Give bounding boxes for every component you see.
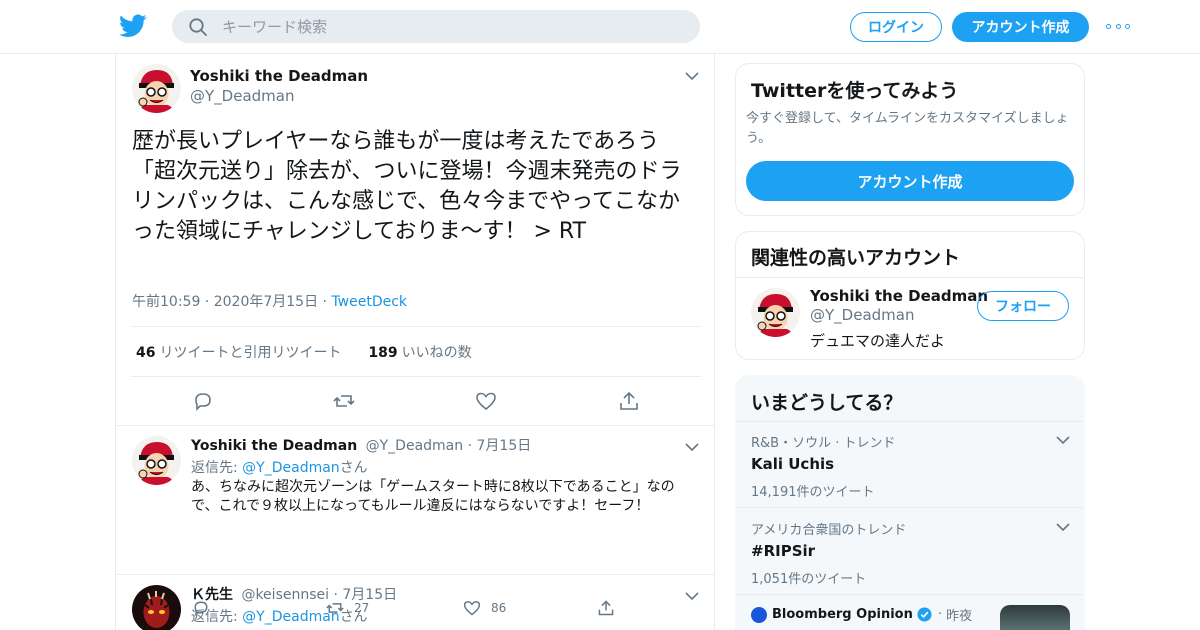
- divider: [736, 421, 1084, 422]
- search-icon: [189, 17, 207, 36]
- reply-to-prefix: 返信先:: [191, 609, 243, 625]
- divider: [131, 326, 701, 327]
- separator: ·: [467, 438, 477, 454]
- like-count: 189: [368, 345, 398, 361]
- reply-to: 返信先: @Y_Deadmanさん: [191, 606, 368, 626]
- reply-to: 返信先: @Y_Deadmanさん: [191, 457, 368, 477]
- divider: [736, 594, 1084, 595]
- author-name[interactable]: Yoshiki the Deadman: [191, 438, 357, 454]
- trend-item[interactable]: アメリカ合衆国のトレンド #RIPSir 1,051件のツイート: [751, 519, 1071, 587]
- divider: [736, 507, 1084, 508]
- retweet-count: 46: [136, 345, 156, 361]
- reply-to-link[interactable]: @Y_Deadman: [242, 460, 340, 476]
- avatar[interactable]: [132, 585, 181, 630]
- avatar[interactable]: [132, 64, 181, 113]
- chevron-down-icon[interactable]: [684, 591, 700, 601]
- author-handle[interactable]: @keisennsei: [241, 587, 329, 603]
- separator: ·: [204, 294, 214, 310]
- avatar[interactable]: [751, 288, 800, 337]
- reply-header: Yoshiki the Deadman @Y_Deadman · 7月15日: [191, 435, 531, 455]
- tweet-date[interactable]: 7月15日: [477, 438, 532, 454]
- reply-to-link[interactable]: @Y_Deadman: [242, 609, 340, 625]
- news-item-header[interactable]: Bloomberg Opinion · 昨夜: [751, 605, 972, 624]
- trend-tweet-count: 1,051件のツイート: [751, 572, 867, 587]
- top-navigation-bar: ログイン アカウント作成: [0, 0, 1200, 54]
- like-icon[interactable]: [475, 390, 497, 412]
- related-account-name[interactable]: Yoshiki the Deadman: [810, 287, 988, 305]
- related-account-bio: デュエマの達人だよ: [810, 332, 946, 350]
- trend-tweet-count: 14,191件のツイート: [751, 485, 875, 500]
- tweet-thread: Yoshiki the Deadman @Y_Deadman 歴が長いプレイヤー…: [115, 54, 715, 630]
- follow-button[interactable]: フォロー: [977, 291, 1069, 321]
- retweet-stat-label: リツイートと引用リツイート: [159, 345, 342, 361]
- reply-header: Ｋ先生 @keisennsei · 7月15日: [191, 584, 397, 604]
- trend-name: Kali Uchis: [751, 455, 835, 473]
- chevron-down-icon[interactable]: [1055, 522, 1071, 532]
- tweet-date[interactable]: 2020年7月15日: [214, 294, 318, 310]
- tweet-stats: 46 リツイートと引用リツイート 189 いいねの数: [136, 342, 472, 362]
- reply-tweet: Ｋ先生 @keisennsei · 7月15日 返信先: @Y_Deadmanさ…: [116, 575, 714, 630]
- signup-button[interactable]: アカウント作成: [952, 12, 1089, 42]
- signup-card-button[interactable]: アカウント作成: [746, 161, 1074, 201]
- signup-card: Twitterを使ってみよう 今すぐ登録して、タイムラインをカスタマイズしましょ…: [735, 63, 1085, 216]
- trend-item[interactable]: R&B・ソウル · トレンド Kali Uchis 14,191件のツイート: [751, 432, 1071, 500]
- related-accounts-title: 関連性の高いアカウント: [751, 247, 961, 269]
- related-accounts-card: 関連性の高いアカウント Yoshiki the Deadman @Y_Deadm…: [735, 231, 1085, 360]
- chevron-down-icon[interactable]: [684, 442, 700, 452]
- reply-text: あ、ちなみに超次元ゾーンは「ゲームスタート時に8枚以下であること」なので、これで…: [191, 479, 675, 514]
- search-bar[interactable]: [172, 10, 700, 43]
- reply-icon[interactable]: [192, 390, 214, 412]
- trend-name: #RIPSir: [751, 542, 816, 560]
- reply-to-prefix: 返信先:: [191, 460, 243, 476]
- tweet-date[interactable]: 7月15日: [342, 587, 397, 603]
- trends-title: いまどうしてる？: [751, 392, 903, 414]
- signup-card-title: Twitterを使ってみよう: [751, 80, 959, 102]
- share-icon[interactable]: [618, 390, 640, 412]
- twitter-bird-icon[interactable]: [119, 13, 147, 39]
- divider: [131, 376, 701, 377]
- avatar[interactable]: [132, 436, 181, 485]
- chevron-down-icon[interactable]: [1055, 435, 1071, 445]
- tweet-metadata: 午前10:59 · 2020年7月15日 · TweetDeck: [132, 291, 407, 311]
- separator: ·: [937, 607, 947, 622]
- more-options-icon[interactable]: [1106, 18, 1130, 34]
- divider: [736, 277, 1084, 278]
- related-account-handle[interactable]: @Y_Deadman: [810, 306, 914, 324]
- news-thumbnail[interactable]: [1000, 605, 1070, 630]
- login-button[interactable]: ログイン: [850, 12, 942, 42]
- search-input[interactable]: [222, 17, 682, 36]
- author-handle[interactable]: @Y_Deadman: [366, 438, 464, 454]
- tweet-text: 歴が長いプレイヤーなら誰もが一度は考えたであろう「超次元送り」除去が、ついに登場…: [132, 129, 682, 244]
- retweet-stat[interactable]: 46 リツイートと引用リツイート: [136, 345, 341, 361]
- author-handle[interactable]: @Y_Deadman: [190, 87, 294, 105]
- bloomberg-logo-icon: [751, 606, 767, 623]
- news-source: Bloomberg Opinion: [772, 607, 913, 622]
- reply-to-suffix: さん: [339, 609, 368, 625]
- reply-to-suffix: さん: [339, 460, 368, 476]
- trends-card: いまどうしてる？ R&B・ソウル · トレンド Kali Uchis 14,19…: [735, 375, 1085, 630]
- like-stat[interactable]: 189 いいねの数: [368, 345, 471, 361]
- signup-card-subtitle: 今すぐ登録して、タイムラインをカスタマイズしましょう。: [746, 111, 1069, 146]
- tweet-source-link[interactable]: TweetDeck: [331, 294, 407, 310]
- chevron-down-icon[interactable]: [684, 71, 700, 81]
- news-time: 昨夜: [946, 609, 973, 624]
- trend-category: R&B・ソウル · トレンド: [751, 436, 896, 451]
- like-stat-label: いいねの数: [401, 345, 472, 361]
- trend-category: アメリカ合衆国のトレンド: [751, 523, 907, 538]
- retweet-icon[interactable]: [333, 390, 355, 412]
- author-name[interactable]: Ｋ先生: [191, 587, 233, 603]
- verified-badge-icon: [917, 607, 932, 622]
- tweet-time[interactable]: 午前10:59: [132, 294, 200, 310]
- author-name[interactable]: Yoshiki the Deadman: [190, 67, 368, 85]
- reply-tweet: Yoshiki the Deadman @Y_Deadman · 7月15日 返…: [116, 426, 714, 617]
